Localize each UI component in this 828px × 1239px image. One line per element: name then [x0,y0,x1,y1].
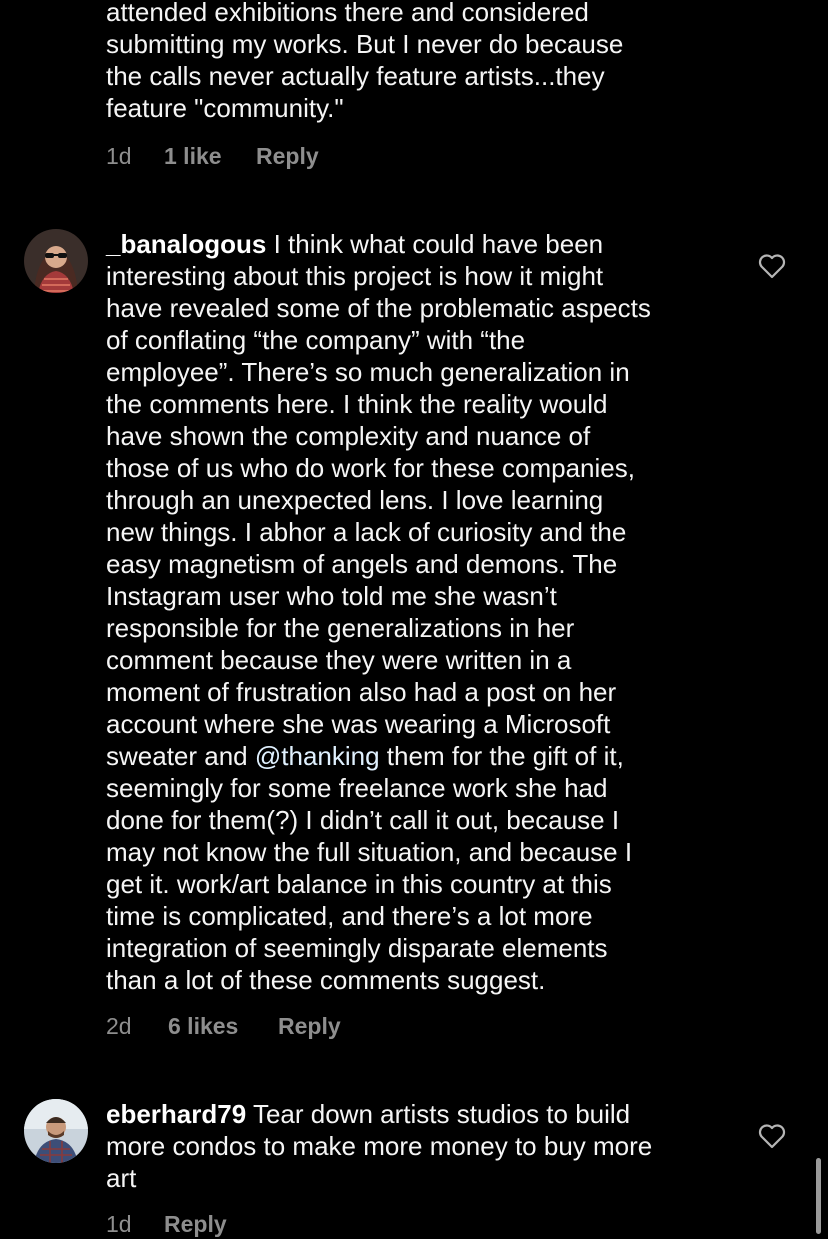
comment-timestamp: 2d [106,1013,132,1039]
comment-body-part: I think what could have been interesting… [106,229,651,771]
scrollbar[interactable] [816,1158,821,1234]
avatar[interactable] [24,229,88,293]
comment-meta: 1d 1 like Reply [106,143,319,170]
comment-text: _banalogous I think what could have been… [106,228,731,996]
heart-outline-icon[interactable] [758,1123,786,1149]
comment-timestamp: 1d [106,1211,132,1237]
reply-button[interactable]: Reply [256,143,319,170]
avatar[interactable] [24,1099,88,1163]
comment-username[interactable]: eberhard79 [106,1099,246,1129]
comment-timestamp: 1d [106,143,132,169]
avatar-image [24,229,88,293]
reply-button[interactable]: Reply [278,1013,341,1040]
comment-username[interactable]: _banalogous [106,229,266,259]
heart-outline-icon[interactable] [758,253,786,279]
comment-meta: 2d 6 likes Reply [106,1013,341,1040]
avatar-image [24,1099,88,1163]
comment-text: attended exhibitions there and considere… [106,0,624,123]
likes-count[interactable]: 6 likes [168,1013,278,1040]
comment-meta: 1d Reply [106,1211,227,1238]
reply-button[interactable]: Reply [164,1211,227,1238]
mention-link[interactable]: @thanking [255,741,380,771]
comment-text: eberhard79 Tear down artists studios to … [106,1098,731,1194]
comment-body-part: them for the gift of it, seemingly for s… [106,741,633,995]
likes-count[interactable]: 1 like [164,143,256,170]
